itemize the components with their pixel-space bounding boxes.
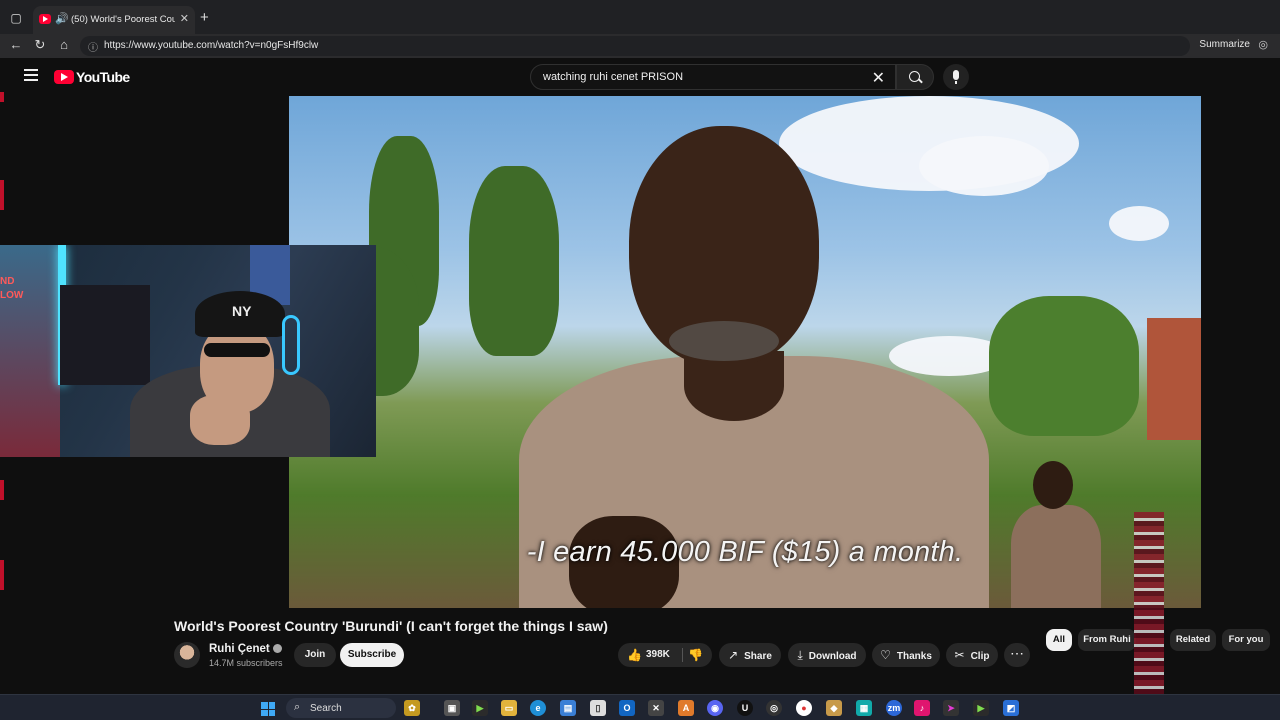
chip-for-you[interactable]: For you (1222, 629, 1270, 651)
browser-tab[interactable]: 🔊 (50) World's Poorest Country ✕ (33, 6, 195, 34)
search-button[interactable] (896, 64, 934, 90)
browser-toolbar: ← ↻ ⌂ ⓘ https://www.youtube.com/watch?v=… (0, 34, 1280, 58)
video-player[interactable]: -I earn 45.000 BIF ($15) a month. (289, 96, 1201, 608)
subscriber-count: 14.7M subscribers (209, 658, 283, 668)
youtube-logo-text: YouTube (76, 69, 130, 85)
game-icon[interactable]: ◆ (826, 700, 842, 716)
site-info-icon[interactable]: ⓘ (88, 39, 98, 54)
store-icon[interactable]: ▤ (560, 700, 576, 716)
verified-icon (272, 644, 282, 654)
taskbar-search[interactable]: ⌕ Search (286, 698, 396, 718)
summarize-button[interactable]: Summarize (1199, 39, 1250, 50)
close-tab-icon[interactable]: ✕ (180, 12, 189, 25)
youtube-logo[interactable]: YouTube (54, 69, 130, 85)
cap-logo-text: NY (232, 303, 252, 319)
thumbs-down-icon[interactable]: 👎 (688, 648, 703, 662)
edge-streak (0, 180, 4, 210)
channel-name[interactable]: Ruhi Çenet (209, 643, 282, 655)
clip-button[interactable]: ✂ Clip (946, 643, 998, 667)
headphone-icon (282, 315, 300, 375)
edge-streak (0, 480, 4, 500)
address-bar[interactable]: ⓘ https://www.youtube.com/watch?v=n0gFsH… (80, 36, 1190, 56)
taskbar: ⌕ Search ✿ ▣ ▶ ▭ e ▤ ▯ O ✕ A ◉ U ◎ ● ◆ ▦… (0, 694, 1280, 720)
share-icon: ↗ (728, 648, 739, 662)
edge-browser-icon[interactable]: e (530, 700, 546, 716)
thanks-icon: ♡ (880, 648, 891, 662)
like-count[interactable]: 398K (646, 649, 670, 660)
cloud (1109, 206, 1169, 241)
outlook-icon[interactable]: O (619, 700, 635, 716)
download-button[interactable]: ⤓ Download (788, 643, 866, 667)
thanks-button[interactable]: ♡ Thanks (872, 643, 940, 667)
tab-title: (50) World's Poorest Country (71, 14, 175, 25)
back-icon[interactable]: ← (8, 37, 24, 52)
obs-icon[interactable]: ◎ (766, 700, 782, 716)
video-subtitle: -I earn 45.000 BIF ($15) a month. (526, 536, 964, 568)
youtube-masthead: YouTube watching ruhi cenet PRISON ✕ (6, 58, 1280, 96)
join-button[interactable]: Join (294, 643, 336, 667)
speaker-icon[interactable]: 🔊 (55, 12, 69, 25)
home-icon[interactable]: ⌂ (56, 37, 72, 52)
windows-start-icon[interactable] (261, 702, 275, 716)
youtube-play-icon (54, 70, 74, 84)
new-tab-icon[interactable]: + (200, 9, 209, 26)
chrome-icon[interactable]: ● (796, 700, 812, 716)
zoom-icon[interactable]: zm (886, 700, 902, 716)
tab-actions-icon[interactable]: ▢ (8, 10, 24, 26)
edge-streak (0, 92, 4, 102)
app-teal-icon[interactable]: ▦ (856, 700, 872, 716)
thumbs-up-icon[interactable]: 👍 (627, 648, 642, 662)
search-icon: ⌕ (294, 701, 301, 713)
unreal-icon[interactable]: U (737, 700, 753, 716)
stream-overlay-bar (1134, 512, 1164, 712)
share-button[interactable]: ↗ Share (719, 643, 781, 667)
media-player-icon[interactable]: ▶ (472, 700, 488, 716)
chip-related[interactable]: Related (1170, 629, 1216, 651)
app-purple-icon[interactable]: ➤ (943, 700, 959, 716)
edge-streak (0, 560, 4, 590)
app-blue-icon[interactable]: ◩ (1003, 700, 1019, 716)
video-title: World's Poorest Country 'Burundi' (I can… (174, 618, 608, 634)
menu-icon[interactable] (24, 69, 38, 81)
like-dislike-group: 👍 398K 👎 (618, 643, 712, 667)
webcam-overlay: ND LOW NY (0, 245, 376, 457)
app-a-icon[interactable]: A (678, 700, 694, 716)
browser-tab-strip: ▢ 🔊 (50) World's Poorest Country ✕ + (0, 0, 1280, 34)
channel-avatar[interactable] (174, 642, 200, 668)
summarize-icon[interactable]: ◎ (1258, 38, 1268, 51)
microphone-icon (953, 70, 959, 84)
capcut-icon[interactable]: ✕ (648, 700, 664, 716)
more-actions-button[interactable]: ⋯ (1004, 643, 1030, 667)
chip-all[interactable]: All (1046, 629, 1072, 651)
tiktok-icon[interactable]: ♪ (914, 700, 930, 716)
clear-search-icon[interactable]: ✕ (872, 68, 885, 88)
wall-sign-text: ND LOW (0, 276, 24, 301)
player-icon[interactable]: ▶ (973, 700, 989, 716)
search-query-text[interactable]: watching ruhi cenet PRISON (543, 71, 683, 83)
subscribe-button[interactable]: Subscribe (340, 643, 404, 667)
scissors-icon: ✂ (954, 648, 965, 662)
discord-icon[interactable]: ◉ (707, 700, 723, 716)
chip-from-ruhi[interactable]: From Ruhi (1078, 629, 1136, 651)
download-icon: ⤓ (797, 648, 803, 662)
notepad-icon[interactable]: ▯ (590, 700, 606, 716)
child-figure (1001, 461, 1111, 608)
voice-search-button[interactable] (943, 64, 969, 90)
search-input[interactable]: watching ruhi cenet PRISON ✕ (530, 64, 896, 90)
youtube-favicon-icon (39, 14, 51, 24)
weather-icon[interactable]: ✿ (404, 700, 420, 716)
reload-icon[interactable]: ↻ (32, 37, 48, 53)
tree (989, 296, 1139, 436)
search-icon (909, 71, 920, 82)
file-explorer-icon[interactable]: ▭ (501, 700, 517, 716)
url-text[interactable]: https://www.youtube.com/watch?v=n0gFsHf9… (104, 40, 318, 51)
task-view-icon[interactable]: ▣ (444, 700, 460, 716)
brick-wall (1147, 318, 1201, 440)
